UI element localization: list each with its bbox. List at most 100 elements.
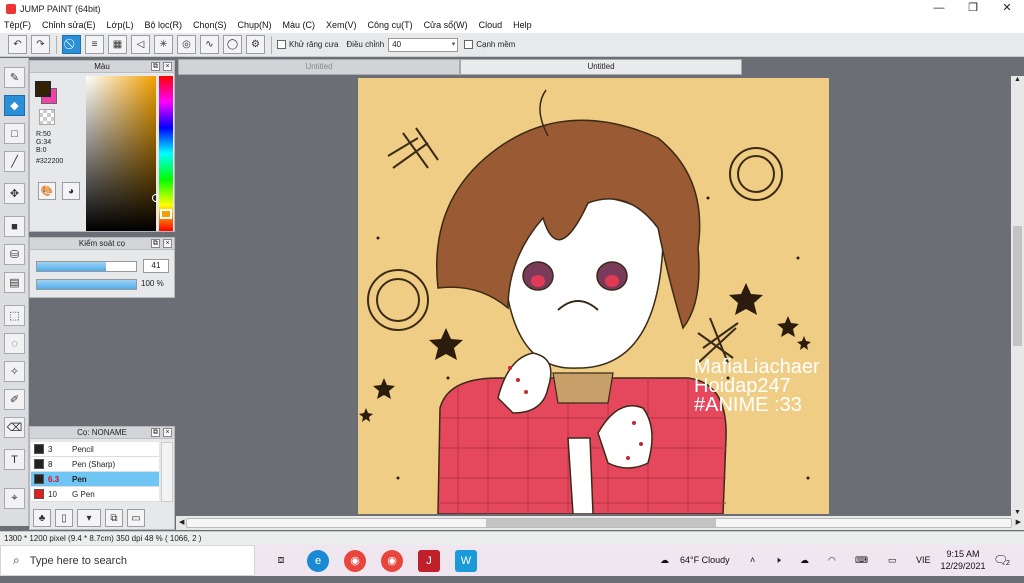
brush-options-icon[interactable]: ▾ <box>77 509 101 527</box>
menu-color[interactable]: Màu (C) <box>283 20 316 30</box>
new-brush-icon[interactable]: ▯ <box>55 509 73 527</box>
gradient-tool-icon[interactable]: ▤ <box>4 272 25 293</box>
chevron-up-icon[interactable]: ˄ <box>750 545 755 576</box>
chrome-profile-icon[interactable]: ◉ <box>381 549 403 572</box>
lasso-select-icon[interactable]: ◌ <box>4 333 25 354</box>
monitor-icon[interactable]: ▭ <box>888 545 897 576</box>
brush-size-input[interactable]: 41 <box>143 259 169 273</box>
weather-icon[interactable]: ☁ <box>660 545 669 576</box>
text-tool-icon[interactable]: T <box>4 449 25 470</box>
tab-untitled-1[interactable]: Untitled <box>178 59 460 75</box>
chevron-down-icon[interactable]: ▾ <box>452 39 456 51</box>
language-indicator[interactable]: VIE <box>916 545 931 576</box>
move-tool-icon[interactable]: ✥ <box>4 183 25 204</box>
line-tool-icon[interactable]: ╱ <box>4 151 25 172</box>
bucket-tool-icon[interactable]: ⛁ <box>4 244 25 265</box>
hue-slider[interactable] <box>159 76 173 231</box>
menu-cloud[interactable]: Cloud <box>479 20 503 30</box>
edge-icon[interactable]: e <box>307 549 329 572</box>
magic-wand-icon[interactable]: ✧ <box>4 361 25 382</box>
menu-file[interactable]: Tệp(F) <box>4 20 31 30</box>
folder-icon[interactable]: ▭ <box>127 509 145 527</box>
dropper-tool-icon[interactable]: ⌖ <box>4 488 25 509</box>
radial-snap-icon[interactable]: ✳ <box>154 35 173 54</box>
vertical-scroll-thumb[interactable] <box>1013 226 1022 346</box>
color-history-icon[interactable]: ◕ <box>62 182 80 200</box>
task-view-icon[interactable]: ⧈ <box>270 550 292 572</box>
scroll-right-icon[interactable]: ▶ <box>1016 518 1021 526</box>
clock[interactable]: 9:15 AM 12/29/2021 <box>938 548 988 579</box>
onedrive-icon[interactable]: ☁ <box>800 545 809 576</box>
menu-select[interactable]: Chọn(S) <box>193 20 227 30</box>
menu-tools[interactable]: Công cụ(T) <box>368 20 413 30</box>
ellipse-snap-icon[interactable]: ◯ <box>223 35 242 54</box>
menu-edit[interactable]: Chỉnh sửa(E) <box>42 20 96 30</box>
brush-row[interactable]: 8 Pen (Sharp) <box>31 457 159 472</box>
curve-snap-icon[interactable]: ∿ <box>200 35 219 54</box>
restore-button[interactable]: ❐ <box>956 0 990 17</box>
rect-tool-icon[interactable]: □ <box>4 123 25 144</box>
vertical-scrollbar[interactable]: ▲ ▼ <box>1011 76 1024 516</box>
vanish-snap-icon[interactable]: ◁ <box>131 35 150 54</box>
minimize-button[interactable]: — <box>922 0 956 17</box>
fill-rect-tool-icon[interactable]: ■ <box>4 216 25 237</box>
undock-icon[interactable]: ⧉ <box>151 428 160 437</box>
close-icon[interactable]: × <box>163 428 172 437</box>
brush-copy-icon[interactable]: ⧉ <box>105 509 123 527</box>
antialias-checkbox[interactable] <box>277 40 286 49</box>
redo-icon[interactable]: ↷ <box>31 35 50 54</box>
hue-slider-handle[interactable] <box>160 209 172 219</box>
brush-shape-icon[interactable]: ♣ <box>33 509 51 527</box>
smooth-edge-checkbox[interactable] <box>464 40 474 49</box>
undock-icon[interactable]: ⧉ <box>151 62 160 71</box>
concentric-snap-icon[interactable]: ◎ <box>177 35 196 54</box>
brush-tool-icon[interactable]: ✎ <box>4 67 25 88</box>
grid-snap-icon[interactable]: ▦ <box>108 35 127 54</box>
search-box[interactable]: ⌕ Type here to search <box>0 545 255 576</box>
brush-list-scrollbar[interactable] <box>161 442 173 502</box>
menu-help[interactable]: Help <box>513 20 532 30</box>
speaker-icon[interactable]: 🕨 <box>775 545 781 576</box>
snap-settings-icon[interactable]: ⚙ <box>246 35 265 54</box>
select-eraser-icon[interactable]: ⌫ <box>4 417 25 438</box>
jumppaint-icon[interactable]: J <box>418 549 440 572</box>
brush-size-slider[interactable] <box>36 261 137 272</box>
primary-color-swatch[interactable] <box>35 81 51 97</box>
saturation-picker[interactable] <box>86 76 156 231</box>
chrome-icon[interactable]: ◉ <box>344 549 366 572</box>
undo-icon[interactable]: ↶ <box>8 35 27 54</box>
wifi-icon[interactable]: ◠ <box>828 545 836 576</box>
horizontal-scrollbar[interactable]: ◀ ▶ <box>176 516 1024 530</box>
select-pen-icon[interactable]: ✐ <box>4 389 25 410</box>
no-snap-icon[interactable]: ⃠ <box>62 35 81 54</box>
brush-row[interactable]: 10 G Pen <box>31 487 159 502</box>
brush-row[interactable]: 6.3 Pen <box>31 472 159 487</box>
opacity-slider[interactable] <box>36 279 137 290</box>
artwork-canvas[interactable]: MafiaLiachaer Hoidap247 #ANIME :33 <box>358 78 829 514</box>
scroll-down-icon[interactable]: ▼ <box>1014 509 1021 516</box>
close-button[interactable]: ✕ <box>990 0 1024 17</box>
keyboard-icon[interactable]: ⌨ <box>855 545 868 576</box>
eraser-tool-icon[interactable]: ◆ <box>4 95 25 116</box>
rect-select-icon[interactable]: ⬚ <box>4 305 25 326</box>
parallel-snap-icon[interactable]: ≡ <box>85 35 104 54</box>
menu-layer[interactable]: Lớp(L) <box>107 20 134 30</box>
smooth-edge-option[interactable]: Cạnh mềm <box>464 40 515 49</box>
close-icon[interactable]: × <box>163 239 172 248</box>
word-app-icon[interactable]: W <box>455 549 477 572</box>
menu-window[interactable]: Cửa sổ(W) <box>424 20 468 30</box>
tab-untitled-2[interactable]: Untitled <box>460 59 742 75</box>
adjust-input[interactable]: 40 ▾ <box>388 37 459 52</box>
scroll-up-icon[interactable]: ▲ <box>1014 76 1021 83</box>
color-palette-icon[interactable]: 🎨 <box>38 182 56 200</box>
undock-icon[interactable]: ⧉ <box>151 239 160 248</box>
menu-capture[interactable]: Chụp(N) <box>238 20 272 30</box>
close-icon[interactable]: × <box>163 62 172 71</box>
antialias-option[interactable]: Khử răng cưa <box>277 40 338 49</box>
brush-row[interactable]: 3 Pencil <box>31 442 159 457</box>
horizontal-scroll-thumb[interactable] <box>486 519 716 527</box>
menu-view[interactable]: Xem(V) <box>326 20 357 30</box>
transparent-color-swatch[interactable] <box>39 109 55 125</box>
weather-text[interactable]: 64°F Cloudy <box>680 545 730 576</box>
menu-filter[interactable]: Bộ lọc(R) <box>144 20 182 30</box>
